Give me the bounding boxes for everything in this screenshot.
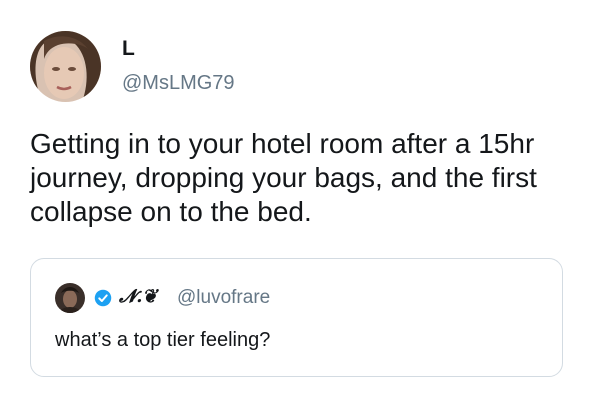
quoted-tweet-text: what’s a top tier feeling? <box>55 329 271 351</box>
quoted-author-handle[interactable]: @luvofrare <box>177 287 270 309</box>
quoted-author-display-name[interactable]: 𝓝.❦ <box>119 286 156 308</box>
author-display-name[interactable]: L <box>122 37 135 61</box>
profile-photo-icon <box>30 31 101 102</box>
quoted-tweet-card[interactable]: 𝓝.❦ @luvofrare what’s a top tier feeling… <box>30 258 563 377</box>
author-avatar[interactable] <box>30 31 101 102</box>
author-handle[interactable]: @MsLMG79 <box>122 71 235 95</box>
tweet-text: Getting in to your hotel room after a 15… <box>30 128 537 227</box>
verified-badge-icon <box>94 289 112 307</box>
profile-photo-icon <box>55 283 85 313</box>
quoted-author-avatar[interactable] <box>55 283 85 313</box>
